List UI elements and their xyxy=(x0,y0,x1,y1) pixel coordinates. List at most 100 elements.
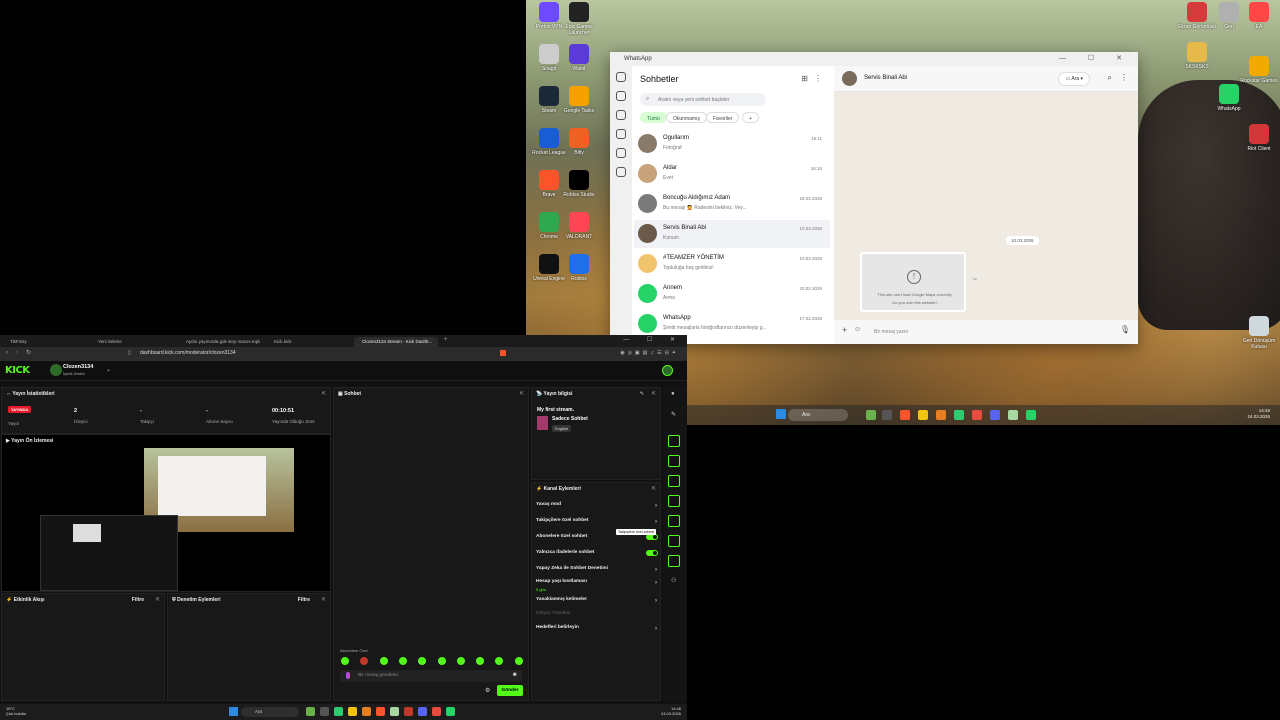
communities-icon[interactable] xyxy=(616,148,626,158)
send-button[interactable]: Gönder xyxy=(497,685,523,696)
taskbar-app-icon[interactable] xyxy=(362,707,371,716)
channel-action-item[interactable]: Abonelere özel sohbet xyxy=(536,534,660,548)
edit-icon[interactable]: ✎ xyxy=(671,411,676,418)
taskbar-app-icon[interactable] xyxy=(306,707,315,716)
plus-icon[interactable]: + xyxy=(842,325,847,335)
new-tab-icon[interactable]: + xyxy=(444,337,448,343)
channel-action-item[interactable]: Yalnızca ifadelerle sohbet xyxy=(536,550,660,564)
desktop-icon[interactable]: Roblox xyxy=(558,254,600,296)
bolt-icon[interactable] xyxy=(668,455,680,467)
popout-icon[interactable]: ⇱ xyxy=(652,391,656,397)
taskbar-app-icon[interactable] xyxy=(404,707,413,716)
channel-action-item[interactable]: Yavaş mod › xyxy=(536,502,660,516)
start-icon[interactable] xyxy=(229,707,238,716)
taskbar-clock[interactable]: 14:46 24.03.2026 xyxy=(1247,408,1270,420)
filter-all[interactable]: Tümü xyxy=(640,112,667,123)
forward-icon[interactable]: ↪ xyxy=(972,276,977,283)
emoji-icon[interactable]: ☻ xyxy=(512,672,518,678)
profile-avatar[interactable] xyxy=(662,365,673,376)
tab-tikfinity[interactable]: TikFinity xyxy=(2,337,84,347)
window-controls[interactable]: — ☐ ✕ xyxy=(1059,54,1132,62)
bookmark-icon[interactable]: ▯ xyxy=(128,350,131,356)
emote-icon[interactable] xyxy=(456,657,465,665)
brave-shield-icon[interactable] xyxy=(500,350,506,356)
emote-icon[interactable] xyxy=(437,657,446,665)
contact-name[interactable]: Servis Binali Abi xyxy=(864,75,907,81)
start-icon[interactable] xyxy=(776,409,786,419)
taskbar-clock[interactable]: 14:46 24.03.2026 xyxy=(661,706,681,716)
tab-aydin[interactable]: Aydın yayınında gok stoy maces topla... xyxy=(178,337,260,347)
taskbar-search[interactable]: Ara xyxy=(241,707,299,717)
desktop-icon[interactable]: Geri Dönüşüm Kutusu xyxy=(1238,316,1280,358)
whatsapp-icon[interactable] xyxy=(1026,410,1036,420)
app-icon[interactable] xyxy=(1008,410,1018,420)
app-icon[interactable] xyxy=(972,410,982,420)
task-view-icon[interactable] xyxy=(882,410,892,420)
popout-icon[interactable]: ⇱ xyxy=(322,391,326,397)
taskbar-app-icon[interactable] xyxy=(320,707,329,716)
channel-action-item[interactable]: Hedefleri belirleyin › xyxy=(536,625,660,639)
user-avatar[interactable] xyxy=(50,364,62,376)
back-icon[interactable]: ‹ xyxy=(6,350,8,356)
tab-kick[interactable]: Kick.kick xyxy=(266,337,348,347)
add-user-icon[interactable]: ⚇ xyxy=(671,577,676,584)
emote-icon[interactable] xyxy=(379,657,388,665)
chat-search-input[interactable]: ⌕ Aratın veya yeni sohbet başlatın xyxy=(640,93,766,106)
explorer-icon[interactable] xyxy=(918,410,928,420)
settings-icon[interactable]: ⚙ xyxy=(485,687,490,694)
channel-action-item[interactable]: Hesap yaşı kısıtlaması › xyxy=(536,579,660,593)
taskbar-app-icon[interactable] xyxy=(418,707,427,716)
window-controls[interactable]: — ☐ ✕ xyxy=(623,336,683,343)
desktop-icon[interactable]: VALORANT xyxy=(558,212,600,254)
channels-icon[interactable] xyxy=(616,129,626,139)
search-icon[interactable]: ⌕ xyxy=(1108,73,1112,83)
filter-favorites[interactable]: Favoriler xyxy=(706,112,740,123)
moderation-filter-button[interactable]: Filtre xyxy=(298,597,310,603)
tab-new[interactable]: Yeni Sekme xyxy=(90,337,172,347)
menu-icon[interactable]: ⋮ xyxy=(1120,73,1128,82)
desktop-icon[interactable]: Google Tasks xyxy=(558,86,600,128)
chevron-down-icon[interactable]: ⌄ xyxy=(106,366,111,373)
discord-icon[interactable] xyxy=(990,410,1000,420)
desktop-icon[interactable]: Bitly xyxy=(558,128,600,170)
desktop-icon[interactable]: Riot Client xyxy=(1238,124,1280,166)
file-icon[interactable] xyxy=(668,475,680,487)
chat-list-item[interactable]: Annem Arma 22.02.2026 xyxy=(634,280,830,308)
close-icon[interactable] xyxy=(668,435,680,447)
filter-add[interactable]: + xyxy=(742,112,759,123)
taskbar-app-icon[interactable] xyxy=(390,707,399,716)
popout-icon[interactable]: ⇱ xyxy=(520,391,524,397)
chat-input[interactable]: Bir mesaj gönderin ☻ xyxy=(340,670,522,682)
username[interactable]: Clozen3134 xyxy=(63,364,93,370)
forward-icon[interactable]: › xyxy=(16,350,18,356)
chat-list-item[interactable]: Boncuğu Aldığımız Adam Bu mesajı 🤦 Radesi… xyxy=(634,190,830,218)
weather-widget[interactable]: 18°C Çok bulutlu xyxy=(6,706,26,716)
desktop-icon[interactable]: EA xyxy=(1238,2,1280,44)
tab-dashboard[interactable]: Clozen3134 Stream - Kick Dashb... xyxy=(354,337,438,347)
trash-icon[interactable] xyxy=(668,535,680,547)
filter-unread[interactable]: Okunmamış xyxy=(666,112,707,123)
widgets-icon[interactable] xyxy=(866,410,876,420)
calls-icon[interactable] xyxy=(616,91,626,101)
taskbar-app-icon[interactable] xyxy=(348,707,357,716)
url-field[interactable]: dashboard.kick.com/moderator/clozen3134 xyxy=(140,350,236,356)
chat-list-item[interactable]: Servis Binali Abi Konum 10.03.2026 xyxy=(634,220,830,248)
taskbar-app-icon[interactable] xyxy=(446,707,455,716)
chat-icon[interactable] xyxy=(668,495,680,507)
desktop-icon[interactable]: Roblox Studio xyxy=(558,170,600,212)
extensions-icon[interactable]: ◉◎▣▤♫☰⊟✦ xyxy=(620,350,679,356)
archive-icon[interactable] xyxy=(616,167,626,177)
taskbar-app-icon[interactable] xyxy=(376,707,385,716)
chat-list-item[interactable]: Ogullarım Fotoğraf 16:11 xyxy=(634,130,830,158)
channel-action-item[interactable]: Yasaklanmış kelimeler › xyxy=(536,597,660,611)
edit-icon[interactable]: ✎ xyxy=(640,391,644,397)
taskbar-search[interactable]: Ara xyxy=(788,409,848,421)
menu-icon[interactable]: ⋮ xyxy=(814,74,822,83)
chat-list-item[interactable]: Aldar Evet 16:18 xyxy=(634,160,830,188)
chats-icon[interactable] xyxy=(616,72,626,82)
emote-icon[interactable] xyxy=(341,657,349,665)
desktop-icon[interactable]: SKSKSKS xyxy=(1176,42,1218,84)
mic-icon[interactable]: 🎙 xyxy=(1120,325,1130,334)
app-icon[interactable] xyxy=(954,410,964,420)
expand-icon[interactable] xyxy=(668,515,680,527)
